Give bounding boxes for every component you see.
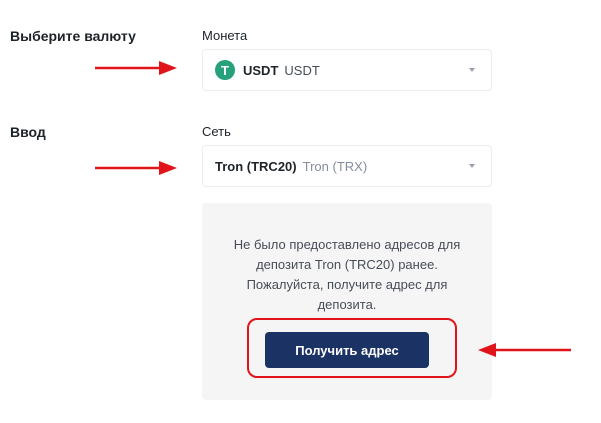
no-address-message: Не было предоставлено адресов для депози… bbox=[233, 237, 461, 312]
coin-field-label: Монета bbox=[202, 28, 248, 43]
select-currency-heading: Выберите валюту bbox=[10, 28, 136, 44]
network-field-label: Сеть bbox=[202, 124, 231, 139]
annotation-arrow-right-icon bbox=[95, 161, 177, 175]
annotation-arrow-right-icon bbox=[95, 61, 177, 75]
coin-symbol: USDT bbox=[243, 62, 279, 78]
chevron-down-icon bbox=[469, 68, 475, 72]
network-select[interactable]: Tron (TRC20) Tron (TRX) bbox=[202, 145, 492, 187]
network-chain: Tron (TRX) bbox=[302, 158, 368, 174]
usdt-icon: T bbox=[215, 60, 235, 80]
deposit-heading: Ввод bbox=[10, 124, 46, 140]
coin-select[interactable]: T USDT USDT bbox=[202, 49, 492, 91]
coin-name: USDT bbox=[284, 62, 320, 78]
annotation-highlight-box bbox=[247, 318, 457, 378]
network-name: Tron (TRC20) bbox=[215, 158, 297, 174]
chevron-down-icon bbox=[469, 164, 475, 168]
annotation-arrow-left-icon bbox=[478, 343, 571, 357]
